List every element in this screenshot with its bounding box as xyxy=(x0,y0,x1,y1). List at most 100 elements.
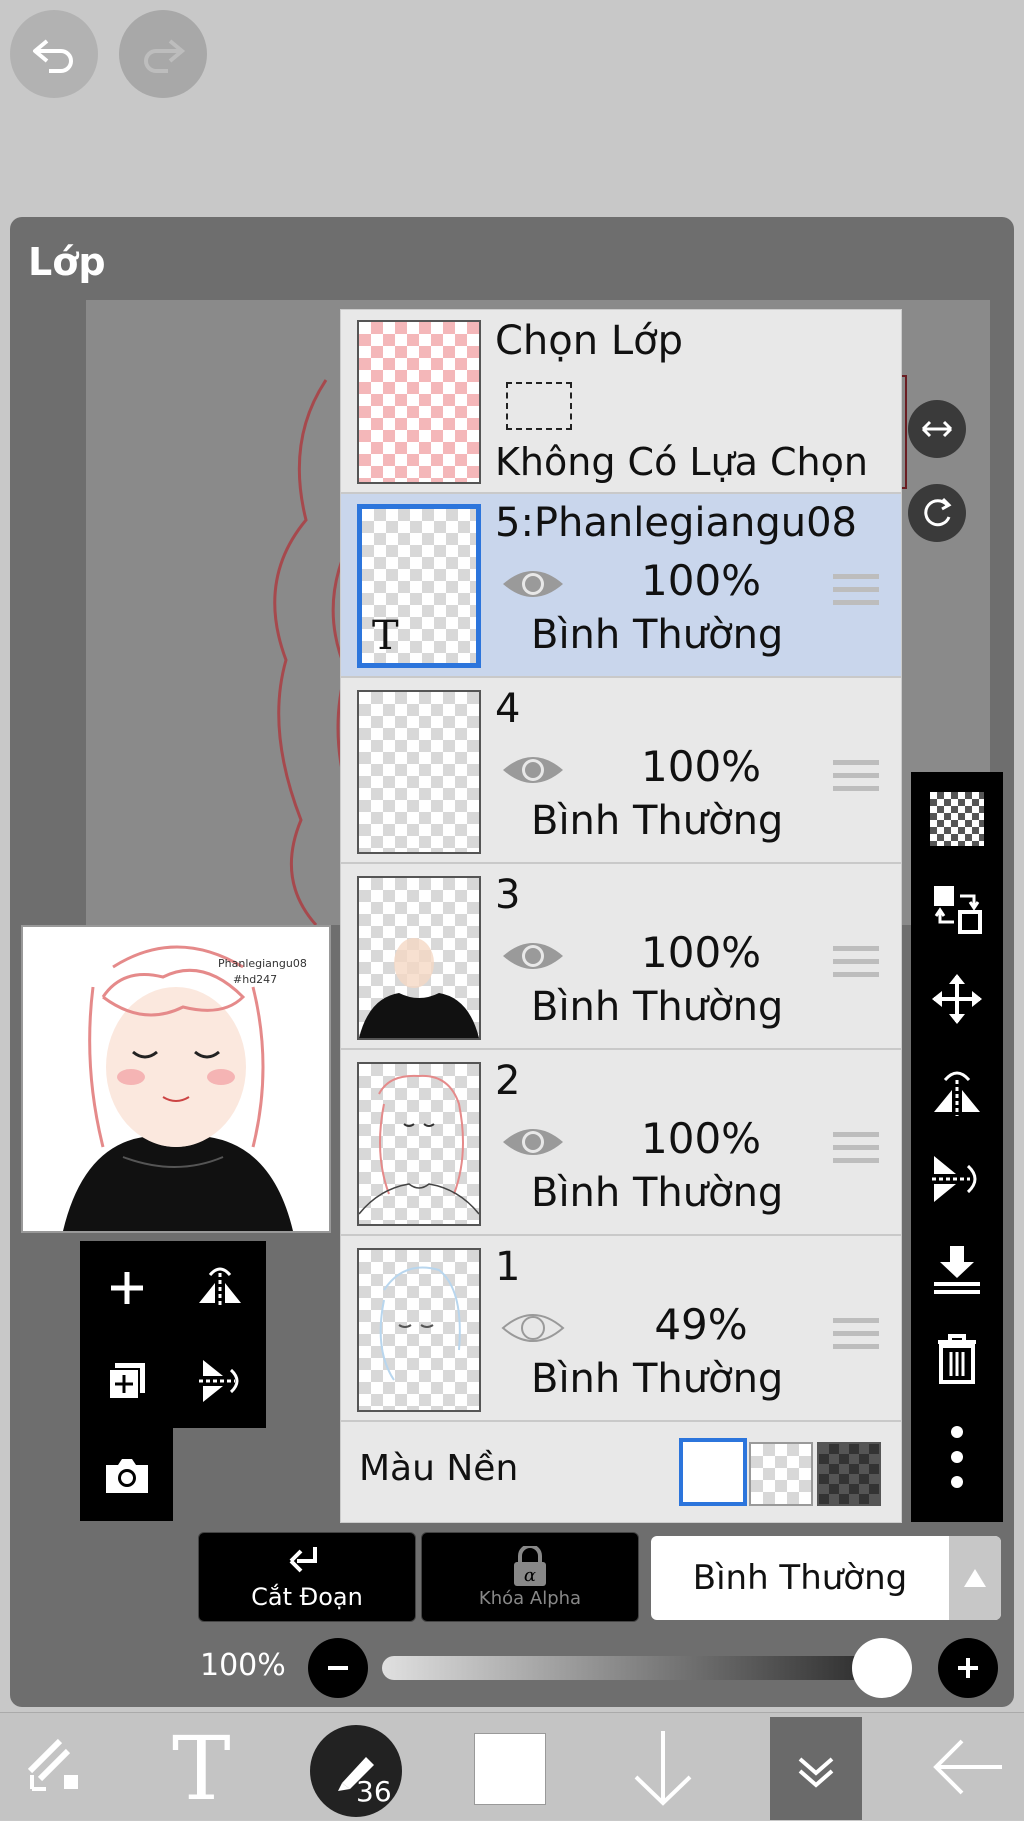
layer-row-1[interactable]: 1 49% Bình Thường xyxy=(341,1238,901,1422)
layer-opacity-5: 100% xyxy=(641,556,762,605)
import-photo-button[interactable] xyxy=(80,1428,173,1521)
alpha-lock-label: Khóa Alpha xyxy=(478,1587,582,1609)
eye-icon[interactable] xyxy=(501,750,565,790)
eye-icon[interactable] xyxy=(501,936,565,976)
layer-name-4: 4 xyxy=(495,686,521,732)
clip-arrow-icon xyxy=(289,1547,317,1573)
merge-down-button[interactable] xyxy=(911,1242,1003,1296)
double-chevron-down-icon xyxy=(798,1756,834,1788)
flip-vertical-tool-button[interactable] xyxy=(911,1152,1003,1206)
move-button[interactable] xyxy=(911,972,1003,1026)
layers-panel-toggle[interactable] xyxy=(770,1717,862,1820)
brush-tool-button[interactable]: 36 xyxy=(310,1725,402,1817)
layer-blend-3: Bình Thường xyxy=(531,984,784,1030)
flip-horizontal-button[interactable] xyxy=(908,400,966,458)
blend-mode-toggle[interactable] xyxy=(949,1536,1001,1620)
move-arrows-icon xyxy=(932,974,982,1024)
selection-layer-title: Chọn Lớp xyxy=(495,318,683,364)
undo-arrow-icon xyxy=(33,39,73,73)
layer-row-2[interactable]: 2 100% Bình Thường xyxy=(341,1052,901,1236)
eye-icon[interactable] xyxy=(501,564,565,604)
flip-vertical-icon xyxy=(932,1156,977,1202)
drag-handle-icon[interactable] xyxy=(833,760,879,799)
horizontal-arrows-icon xyxy=(921,420,953,438)
flip-layer-horizontal-button[interactable] xyxy=(173,1241,266,1334)
svg-text:α: α xyxy=(524,1565,536,1586)
color-swatch-button[interactable] xyxy=(474,1733,546,1805)
flip-layer-vertical-button[interactable] xyxy=(173,1334,266,1427)
selection-layer-thumbnail xyxy=(357,320,481,484)
layer-thumbnail-3 xyxy=(357,876,481,1040)
layer-opacity-2: 100% xyxy=(641,1114,762,1163)
swap-layer-button[interactable] xyxy=(911,882,1003,936)
blend-mode-select[interactable]: Bình Thường xyxy=(651,1536,1001,1620)
watermark-name: Phanlegiangu08 xyxy=(218,957,307,970)
duplicate-layer-button[interactable] xyxy=(80,1334,173,1427)
plus-icon xyxy=(110,1271,143,1304)
camera-icon xyxy=(105,1458,148,1493)
layer-down-button[interactable] xyxy=(630,1727,696,1811)
bottom-toolbar: T 36 xyxy=(0,1712,1024,1820)
transparency-button[interactable] xyxy=(911,792,1003,846)
minus-icon xyxy=(328,1666,348,1670)
layer-thumbnail-2 xyxy=(357,1062,481,1226)
redo-button[interactable] xyxy=(119,10,207,98)
layer-thumbnail-4 xyxy=(357,690,481,854)
opacity-label: 100% xyxy=(200,1648,286,1683)
flip-vertical-icon xyxy=(198,1359,238,1402)
flip-horizontal-icon xyxy=(198,1267,241,1308)
background-color-row: Màu Nền xyxy=(341,1424,901,1520)
drag-handle-icon[interactable] xyxy=(833,1318,879,1357)
background-transparent-option[interactable] xyxy=(749,1442,813,1506)
layers-list: Chọn Lớp Không Có Lựa Chọn T 5:Phanlegia… xyxy=(340,309,902,1523)
plus-icon xyxy=(958,1658,978,1678)
layer-blend-4: Bình Thường xyxy=(531,798,784,844)
eye-icon[interactable] xyxy=(501,1308,565,1348)
clipping-button[interactable]: Cắt Đoạn xyxy=(198,1532,416,1622)
opacity-slider-knob[interactable] xyxy=(852,1638,912,1698)
rotate-button[interactable] xyxy=(908,484,966,542)
layer-row-5[interactable]: T 5:Phanlegiangu08 100% Bình Thường xyxy=(341,494,901,678)
add-layer-button[interactable] xyxy=(80,1241,173,1334)
canvas-preview[interactable]: Phanlegiangu08 #hd247 xyxy=(21,925,331,1233)
back-button[interactable] xyxy=(930,1727,1006,1811)
layer-row-4[interactable]: 4 100% Bình Thường xyxy=(341,680,901,864)
opacity-increase-button[interactable] xyxy=(938,1638,998,1698)
background-dark-option[interactable] xyxy=(817,1442,881,1506)
preview-illustration xyxy=(63,945,293,1231)
drag-handle-icon[interactable] xyxy=(833,1132,879,1171)
layer-thumbnail-1 xyxy=(357,1248,481,1412)
drag-handle-icon[interactable] xyxy=(833,574,879,613)
drag-handle-icon[interactable] xyxy=(833,946,879,985)
watermark-tag: #hd247 xyxy=(233,973,278,986)
selection-layer-row[interactable]: Chọn Lớp Không Có Lựa Chọn xyxy=(341,310,901,494)
layer-opacity-3: 100% xyxy=(641,928,762,977)
layer-blend-2: Bình Thường xyxy=(531,1170,784,1216)
add-copy-icon xyxy=(107,1362,145,1400)
background-white-option[interactable] xyxy=(679,1438,747,1506)
more-options-button[interactable] xyxy=(911,1422,1003,1492)
delete-layer-button[interactable] xyxy=(911,1332,1003,1386)
tool-select-button[interactable] xyxy=(20,1731,90,1805)
merge-down-icon xyxy=(934,1246,980,1294)
undo-button[interactable] xyxy=(10,10,98,98)
brush-size-value: 36 xyxy=(356,1775,392,1808)
eye-icon[interactable] xyxy=(501,1122,565,1162)
text-tool-icon[interactable]: T xyxy=(172,1717,231,1820)
layer-name-5: 5:Phanlegiangu08 xyxy=(495,500,857,546)
redo-arrow-icon xyxy=(144,39,186,73)
opacity-slider-track[interactable] xyxy=(382,1656,902,1680)
flip-horizontal-tool-button[interactable] xyxy=(911,1062,1003,1116)
layer-thumbnail-5: T xyxy=(357,504,481,668)
opacity-decrease-button[interactable] xyxy=(308,1638,368,1698)
layer-name-2: 2 xyxy=(495,1058,521,1104)
transform-tool-icon xyxy=(27,1738,78,1791)
triangle-up-icon xyxy=(964,1569,986,1587)
alpha-lock-button[interactable]: α Khóa Alpha xyxy=(421,1532,639,1622)
rotate-icon xyxy=(924,497,952,527)
layer-blend-5: Bình Thường xyxy=(531,612,784,658)
layer-row-3[interactable]: 3 100% Bình Thường xyxy=(341,866,901,1050)
flip-horizontal-icon xyxy=(934,1071,980,1116)
layer-opacity-4: 100% xyxy=(641,742,762,791)
layer-name-1: 1 xyxy=(495,1244,521,1290)
